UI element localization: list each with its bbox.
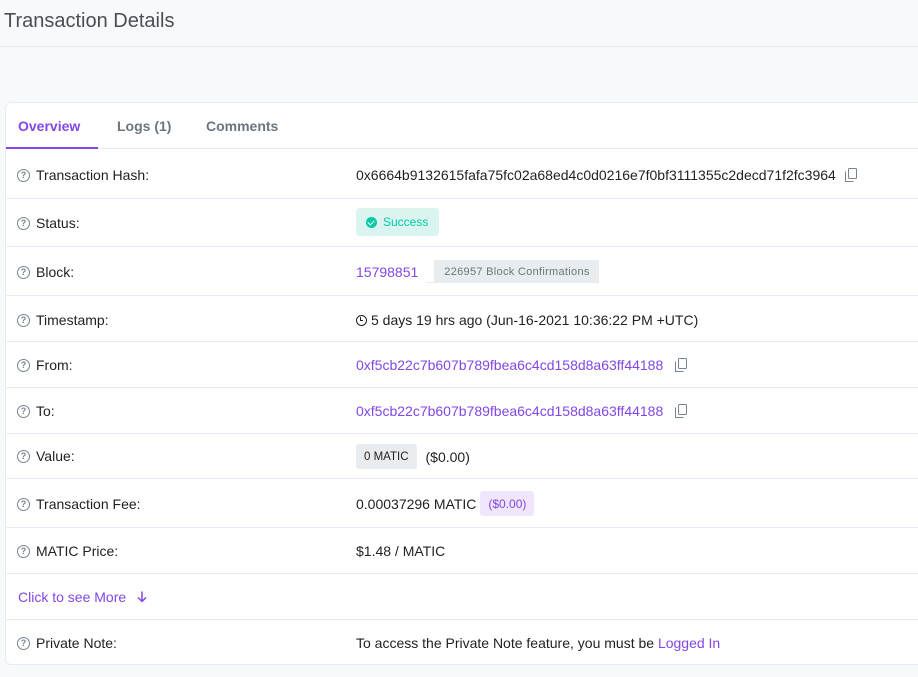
timestamp-label-text: Timestamp: [36, 312, 109, 328]
question-circle-icon[interactable]: ? [17, 404, 30, 418]
from-value-wrap: 0xf5cb22c7b607b789fbea6c4cd158d8a63ff441… [356, 357, 688, 373]
tab-comments[interactable]: Comments [206, 118, 278, 134]
question-circle-icon[interactable]: ? [17, 358, 30, 372]
status-badge: Success [356, 208, 440, 236]
question-circle-icon[interactable]: ? [17, 265, 30, 279]
status-value-wrap: Success [356, 208, 440, 236]
question-circle-icon[interactable]: ? [17, 636, 30, 650]
row-status: ? Status: Success [6, 199, 918, 247]
block-label-text: Block: [36, 264, 75, 280]
page-header: Transaction Details [0, 0, 918, 47]
question-circle-icon[interactable]: ? [17, 544, 30, 558]
value-label-text: Value: [36, 448, 75, 464]
to-value-wrap: 0xf5cb22c7b607b789fbea6c4cd158d8a63ff441… [356, 403, 688, 419]
tab-logs[interactable]: Logs (1) [117, 118, 171, 134]
check-circle-icon [366, 216, 377, 228]
to-label-text: To: [36, 403, 55, 419]
block-label: ? Block: [17, 264, 74, 280]
tx-hash-value: 0x6664b9132615fafa75fc02a68ed4c0d0216e7f… [356, 167, 836, 183]
price-value-wrap: $1.48 / MATIC [356, 543, 445, 559]
logged-in-link[interactable]: Logged In [658, 635, 720, 651]
value-usd: ($0.00) [425, 448, 470, 465]
clock-icon [356, 314, 367, 326]
question-circle-icon[interactable]: ? [17, 168, 30, 182]
arrow-down-icon [137, 591, 147, 603]
fee-value-wrap: 0.00037296 MATIC ($0.00) [356, 491, 535, 516]
row-to: ? To: 0xf5cb22c7b607b789fbea6c4cd158d8a6… [6, 388, 918, 434]
tx-hash-label: ? Transaction Hash: [17, 167, 149, 183]
question-circle-icon[interactable]: ? [17, 449, 30, 463]
copy-icon[interactable] [675, 404, 688, 418]
note-label: ? Private Note: [17, 635, 117, 651]
row-from: ? From: 0xf5cb22c7b607b789fbea6c4cd158d8… [6, 342, 918, 388]
to-label: ? To: [17, 403, 55, 419]
status-label: ? Status: [17, 215, 80, 231]
timestamp-value: 5 days 19 hrs ago (Jun-16-2021 10:36:22 … [371, 312, 699, 328]
row-value: ? Value: 0 MATIC ($0.00) [6, 434, 918, 479]
fee-label-text: Transaction Fee: [36, 496, 141, 512]
block-value-wrap: 15798851 226957 Block Confirmations [356, 260, 599, 283]
fee-label: ? Transaction Fee: [17, 496, 141, 512]
from-label-text: From: [36, 357, 73, 373]
block-confirmations-badge: 226957 Block Confirmations [426, 260, 599, 283]
tx-hash-label-text: Transaction Hash: [36, 167, 150, 183]
to-address-link[interactable]: 0xf5cb22c7b607b789fbea6c4cd158d8a63ff441… [356, 403, 663, 419]
copy-icon[interactable] [844, 168, 857, 182]
from-label: ? From: [17, 357, 73, 373]
see-more-text: Click to see More [18, 589, 127, 605]
page-title: Transaction Details [4, 10, 175, 32]
price-label: ? MATIC Price: [17, 543, 118, 559]
row-timestamp: ? Timestamp: 5 days 19 hrs ago (Jun-16-2… [6, 296, 918, 342]
row-transaction-fee: ? Transaction Fee: 0.00037296 MATIC ($0.… [6, 479, 918, 528]
see-more-link[interactable]: Click to see More [18, 589, 147, 605]
row-transaction-hash: ? Transaction Hash: 0x6664b9132615fafa75… [6, 149, 918, 199]
value-label: ? Value: [17, 448, 75, 464]
note-label-text: Private Note: [36, 635, 117, 651]
tab-overview[interactable]: Overview [18, 118, 80, 134]
row-block: ? Block: 15798851 226957 Block Confirmat… [6, 247, 918, 296]
price-value: $1.48 / MATIC [356, 543, 446, 559]
fee-usd-badge: ($0.00) [480, 491, 535, 516]
copy-icon[interactable] [675, 358, 688, 372]
status-label-text: Status: [36, 215, 80, 231]
tx-hash-value-wrap: 0x6664b9132615fafa75fc02a68ed4c0d0216e7f… [356, 167, 857, 183]
fee-amount: 0.00037296 MATIC [356, 495, 477, 512]
value-amount-badge: 0 MATIC [356, 444, 417, 469]
from-address-link[interactable]: 0xf5cb22c7b607b789fbea6c4cd158d8a63ff441… [356, 357, 663, 373]
value-value-wrap: 0 MATIC ($0.00) [356, 444, 470, 469]
timestamp-value-wrap: 5 days 19 hrs ago (Jun-16-2021 10:36:22 … [356, 312, 698, 328]
price-label-text: MATIC Price: [36, 543, 119, 559]
row-matic-price: ? MATIC Price: $1.48 / MATIC [6, 528, 918, 574]
block-number-link[interactable]: 15798851 [356, 264, 418, 280]
row-private-note: ? Private Note: To access the Private No… [6, 620, 918, 666]
status-badge-text: Success [383, 215, 429, 229]
question-circle-icon[interactable]: ? [17, 216, 30, 230]
question-circle-icon[interactable]: ? [17, 313, 30, 327]
question-circle-icon[interactable]: ? [17, 497, 30, 511]
tab-bar: Overview Logs (1) Comments [6, 103, 918, 149]
row-see-more: Click to see More [6, 574, 918, 620]
note-value-wrap: To access the Private Note feature, you … [356, 635, 720, 651]
note-text: To access the Private Note feature, you … [356, 635, 658, 651]
transaction-card: Overview Logs (1) Comments ? Transaction… [5, 102, 918, 665]
timestamp-label: ? Timestamp: [17, 312, 109, 328]
